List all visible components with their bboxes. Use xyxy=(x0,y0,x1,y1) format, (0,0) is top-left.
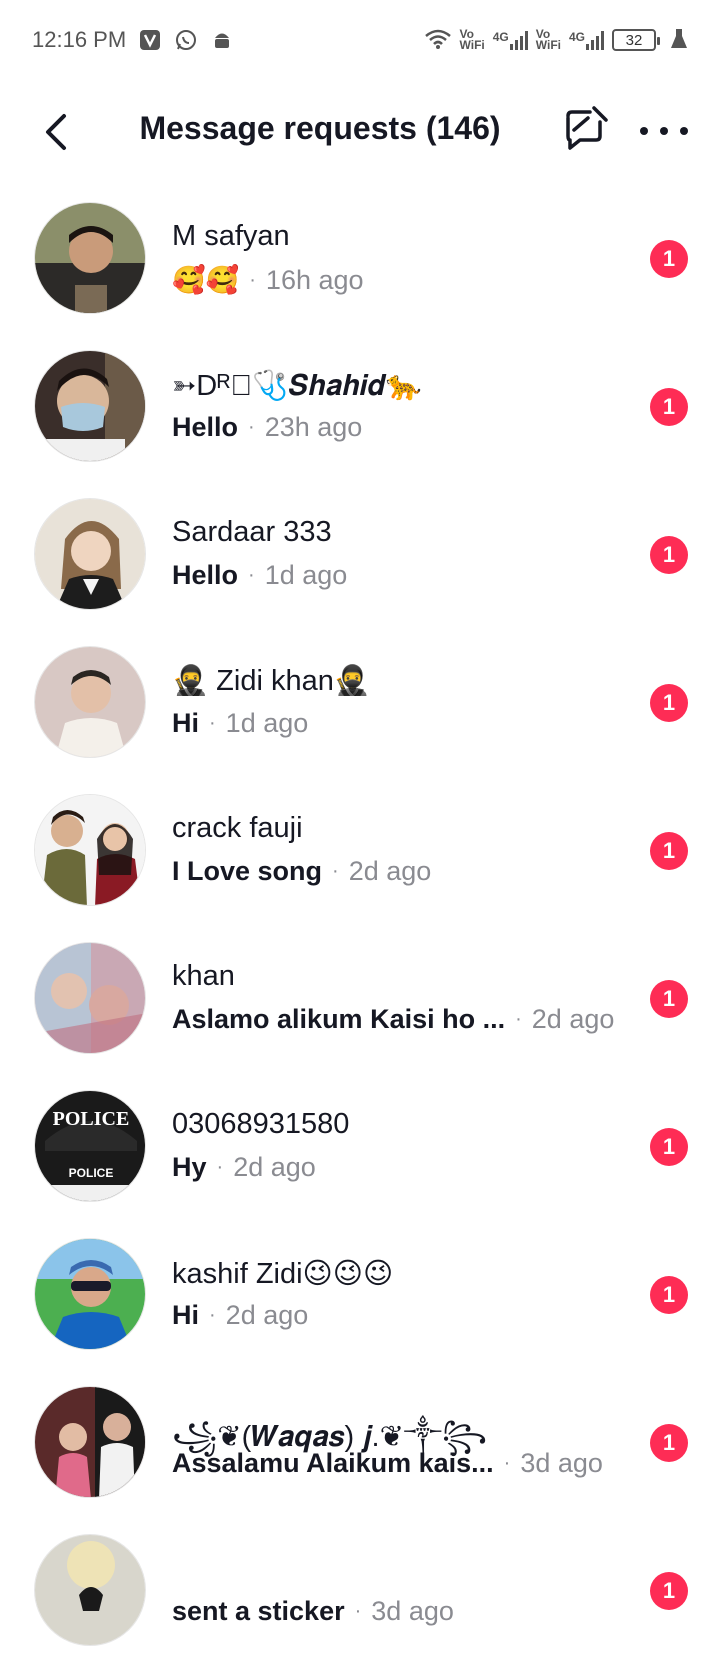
message-request-list: M safyan 🥰🥰 · 16h ago 1 ➳Dᴿ⃟🩺𝑺𝒉𝒂𝒉𝒊𝒅🐆 Hel… xyxy=(0,192,720,1672)
more-dot-1 xyxy=(640,127,648,135)
vowifi-label: Vo WiFi xyxy=(459,27,485,52)
separator-dot: · xyxy=(503,1452,511,1474)
separator-dot: · xyxy=(248,416,255,438)
request-row[interactable]: 🥷 Zidi khan🥷 Hi · 1d ago 1 xyxy=(0,636,720,784)
unread-badge: 1 xyxy=(650,832,688,870)
separator-dot: · xyxy=(249,268,256,291)
sender-name: crack fauji xyxy=(172,812,303,844)
message-preview: Assalamu Alaikum kais... · 3d ago xyxy=(172,1448,603,1479)
avatar[interactable] xyxy=(34,794,146,906)
avatar[interactable] xyxy=(34,350,146,462)
signal-4g-icon-2: 4G xyxy=(569,30,604,50)
separator-dot: · xyxy=(332,860,339,882)
timestamp: 1d ago xyxy=(264,560,348,590)
more-options-button[interactable] xyxy=(640,116,688,146)
sender-name: khan xyxy=(172,960,235,992)
preview-text: Hi xyxy=(172,708,199,738)
unread-badge: 1 xyxy=(650,1424,688,1462)
preview-text: Hi xyxy=(172,1300,199,1330)
preview-text: I Love song xyxy=(172,856,323,886)
more-dot-2 xyxy=(660,127,668,135)
avatar[interactable] xyxy=(34,498,146,610)
unread-badge: 1 xyxy=(650,1276,688,1314)
timestamp: 16h ago xyxy=(265,264,364,295)
timestamp: 1d ago xyxy=(225,708,309,738)
page-title: Message requests (146) xyxy=(139,110,501,146)
preview-text: 🥰🥰 xyxy=(172,265,240,295)
more-dot-3 xyxy=(680,127,688,135)
request-row[interactable]: POLICE POLICE 03068931580 Hy · 2d ago 1 xyxy=(0,1080,720,1228)
request-row[interactable]: M safyan 🥰🥰 · 16h ago 1 xyxy=(0,192,720,340)
avatar[interactable] xyxy=(34,1386,146,1498)
request-row[interactable]: ➳Dᴿ⃟🩺𝑺𝒉𝒂𝒉𝒊𝒅🐆 Hello · 23h ago 1 xyxy=(0,340,720,488)
header: Message requests (146) xyxy=(0,80,720,184)
message-preview: I Love song · 2d ago xyxy=(172,856,431,887)
preview-text: Hello xyxy=(172,560,239,590)
status-time: 12:16 PM xyxy=(32,27,127,52)
timestamp: 2d ago xyxy=(233,1152,316,1182)
message-preview: Hi · 2d ago xyxy=(172,1300,308,1331)
separator-dot: · xyxy=(248,564,255,586)
separator-dot: · xyxy=(209,1304,216,1326)
battery-icon: 32 xyxy=(612,29,660,51)
status-bar: 12:16 PM Vo WiFi 4G Vo WiFi 4G 32 xyxy=(0,0,720,80)
avatar[interactable] xyxy=(34,1238,146,1350)
unread-badge: 1 xyxy=(650,1128,688,1166)
signal-4g-icon: 4G xyxy=(493,30,528,50)
avatar[interactable]: POLICE POLICE xyxy=(34,1090,146,1202)
request-row[interactable]: kashif Zidi😉😉😉 Hi · 2d ago 1 xyxy=(0,1228,720,1376)
request-row[interactable]: sent a sticker · 3d ago 1 xyxy=(0,1524,720,1672)
avatar[interactable] xyxy=(34,942,146,1054)
message-preview: Aslamo alikum Kaisi ho ... · 2d ago xyxy=(172,1004,614,1035)
separator-dot: · xyxy=(515,1008,522,1030)
timestamp: 2d ago xyxy=(531,1004,615,1034)
message-preview: Hy · 2d ago xyxy=(172,1152,316,1183)
sender-name: M safyan xyxy=(172,220,290,252)
separator-dot: · xyxy=(216,1156,224,1178)
preview-text: Hy xyxy=(172,1152,207,1182)
request-row[interactable]: ꧁❦(𝑾𝒂𝒒𝒂𝒔) 𝒋.❦༒꧂ Assalamu Alaikum kais...… xyxy=(0,1376,720,1524)
avatar[interactable] xyxy=(34,1534,146,1646)
svg-text:POLICE: POLICE xyxy=(53,1108,130,1130)
timestamp: 3d ago xyxy=(520,1448,603,1478)
unread-badge: 1 xyxy=(650,388,688,426)
preview-text: Assalamu Alaikum kais... xyxy=(172,1448,494,1478)
timestamp: 2d ago xyxy=(225,1300,309,1330)
sender-name: Sardaar 333 xyxy=(172,516,332,548)
unread-badge: 1 xyxy=(650,980,688,1018)
request-row[interactable]: Sardaar 333 Hello · 1d ago 1 xyxy=(0,488,720,636)
sender-name: ➳Dᴿ⃟🩺𝑺𝒉𝒂𝒉𝒊𝒅🐆 xyxy=(172,370,422,402)
flask-icon xyxy=(670,28,688,53)
message-preview: Hi · 1d ago xyxy=(172,708,308,739)
timestamp: 23h ago xyxy=(264,412,363,442)
vowifi-label-2: Vo WiFi xyxy=(535,27,561,52)
separator-dot: · xyxy=(209,712,216,734)
svg-text:POLICE: POLICE xyxy=(69,1166,114,1180)
message-preview: Hello · 1d ago xyxy=(172,560,347,591)
unread-badge: 1 xyxy=(650,1572,688,1610)
avatar[interactable] xyxy=(34,646,146,758)
unread-badge: 1 xyxy=(650,684,688,722)
timestamp: 2d ago xyxy=(348,856,432,886)
sender-name: 03068931580 xyxy=(172,1108,350,1140)
sender-name: 🥷 Zidi khan🥷 xyxy=(172,665,370,697)
android-icon xyxy=(210,28,234,52)
compose-off-button[interactable] xyxy=(560,104,610,154)
compose-off-icon xyxy=(566,106,608,150)
preview-text: Hello xyxy=(172,412,239,442)
vpn-v-icon xyxy=(138,28,162,52)
whatsapp-icon xyxy=(174,28,198,52)
sender-name: kashif Zidi😉😉😉 xyxy=(172,1258,394,1290)
message-preview: 🥰🥰 · 16h ago xyxy=(172,264,364,296)
avatar[interactable] xyxy=(34,202,146,314)
unread-badge: 1 xyxy=(650,536,688,574)
battery-level: 32 xyxy=(625,31,643,49)
unread-badge: 1 xyxy=(650,240,688,278)
request-row[interactable]: crack fauji I Love song · 2d ago 1 xyxy=(0,784,720,932)
request-row[interactable]: khan Aslamo alikum Kaisi ho ... · 2d ago… xyxy=(0,932,720,1080)
message-preview: Hello · 23h ago xyxy=(172,412,362,443)
wifi-icon xyxy=(424,28,452,53)
preview-text: Aslamo alikum Kaisi ho ... xyxy=(172,1004,506,1034)
